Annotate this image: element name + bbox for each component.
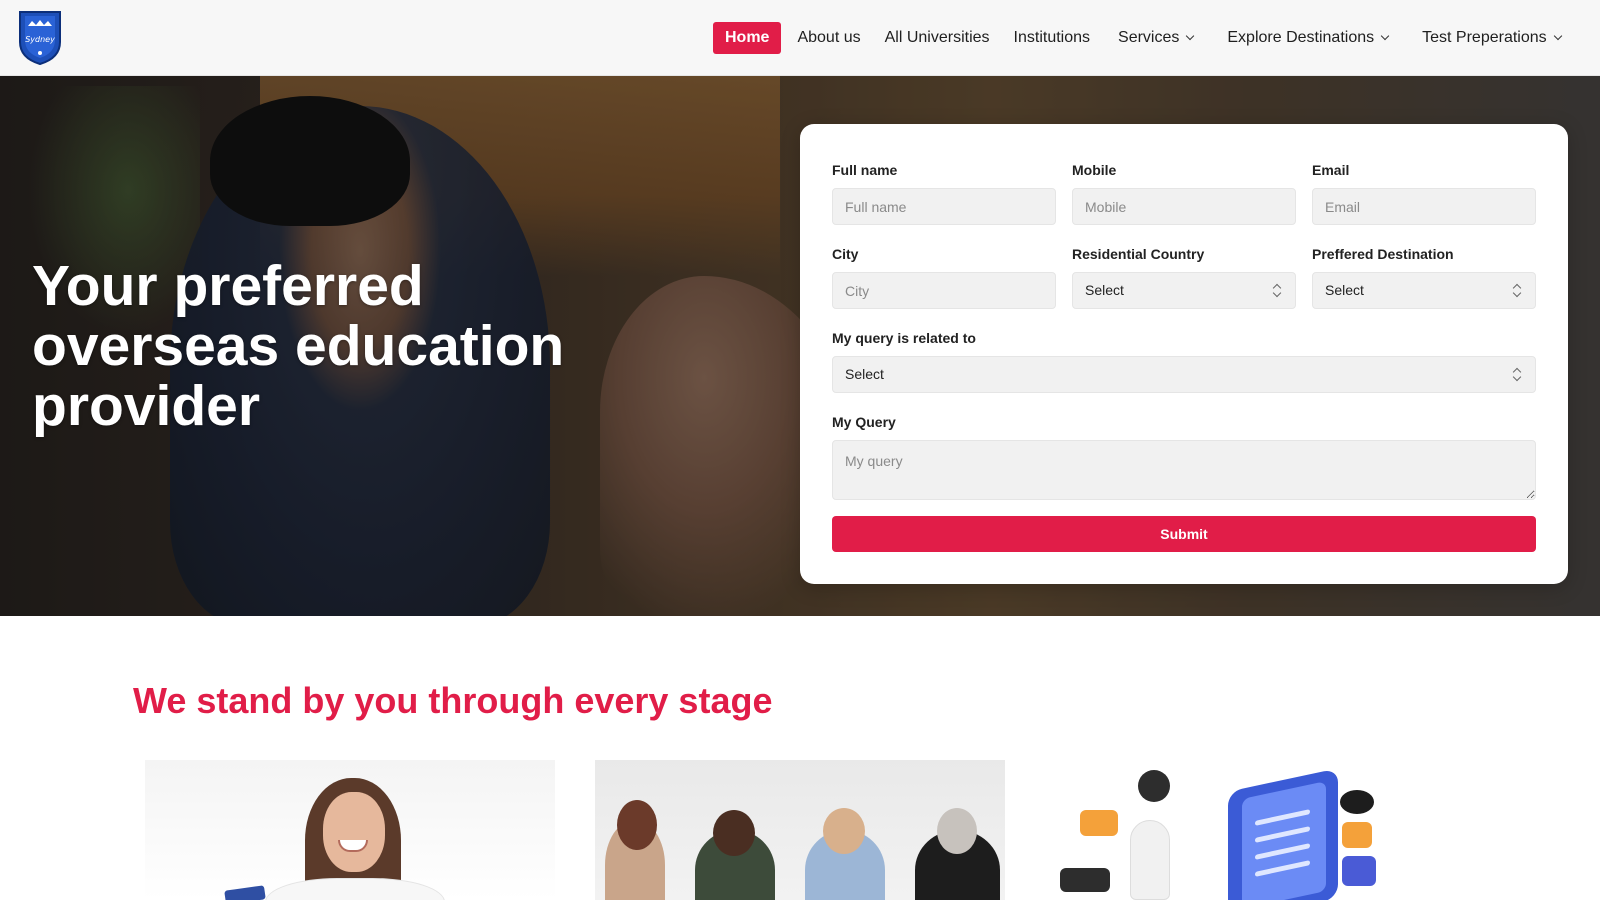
full-name-input[interactable] — [832, 188, 1056, 225]
nav-home-label: Home — [725, 29, 770, 46]
chevron-down-icon — [1380, 31, 1390, 41]
nav-institutions-label: Institutions — [1013, 29, 1091, 46]
chevron-down-icon — [1186, 31, 1195, 41]
nav-services[interactable]: Services — [1106, 22, 1205, 54]
residential-country-label: Residential Country — [1072, 246, 1205, 262]
nav-institutions[interactable]: Institutions — [1002, 22, 1102, 54]
orange-badge-icon — [1342, 822, 1372, 848]
query-related-select[interactable]: Select — [832, 356, 1536, 393]
nav-test-preperations[interactable]: Test Preperations — [1410, 22, 1573, 54]
select-arrows-icon — [1513, 284, 1521, 298]
nav-explore-label: Explore Destinations — [1227, 29, 1375, 46]
chevron-down-icon — [1553, 31, 1562, 41]
digital-services-illustration — [1060, 760, 1420, 900]
my-query-label: My Query — [832, 414, 896, 430]
email-input[interactable] — [1312, 188, 1536, 225]
preferred-destination-label: Preffered Destination — [1312, 246, 1454, 262]
section-title: We stand by you through every stage — [133, 680, 773, 721]
residential-country-select[interactable]: Select — [1072, 272, 1296, 309]
my-query-textarea[interactable] — [832, 440, 1536, 500]
preferred-destination-select[interactable]: Select — [1312, 272, 1536, 309]
residential-country-value: Select — [1085, 282, 1124, 298]
submit-button[interactable]: Submit — [832, 516, 1536, 552]
nav-services-label: Services — [1118, 29, 1180, 46]
eye-badge-icon — [1340, 790, 1374, 814]
nav-about-us[interactable]: About us — [785, 22, 872, 54]
smiling-student-image — [145, 760, 555, 900]
hero-title: Your preferred overseas education provid… — [32, 254, 565, 438]
site-header: Sydney Home About us All Universities In… — [0, 0, 1600, 76]
group-meeting-image — [595, 760, 1005, 900]
person-2-head — [713, 810, 755, 856]
video-badge-icon — [1342, 856, 1376, 886]
mobile-label: Mobile — [1072, 162, 1117, 178]
svg-text:Sydney: Sydney — [25, 35, 55, 44]
city-label: City — [832, 246, 859, 262]
student-shirt — [265, 878, 445, 900]
nav-test-label: Test Preperations — [1422, 29, 1547, 46]
query-related-value: Select — [845, 366, 884, 382]
student-phone — [224, 885, 266, 900]
select-arrows-icon — [1513, 368, 1521, 382]
person-illustration — [1130, 820, 1170, 900]
preferred-destination-value: Select — [1325, 282, 1364, 298]
nav-home[interactable]: Home — [713, 22, 782, 54]
nav-about-label: About us — [797, 29, 861, 46]
email-label: Email — [1312, 162, 1350, 178]
nav-all-universities[interactable]: All Universities — [873, 22, 1002, 54]
select-arrows-icon — [1273, 284, 1281, 298]
nav-explore-destinations[interactable]: Explore Destinations — [1215, 22, 1400, 54]
chat-badge-icon — [1080, 810, 1118, 836]
person-3-head — [823, 808, 865, 854]
sydney-logo[interactable]: Sydney — [16, 8, 64, 66]
person-4-head — [937, 808, 977, 854]
code-block-icon — [1060, 868, 1110, 892]
full-name-label: Full name — [832, 162, 898, 178]
enquiry-form: Full name Mobile Email City Residential … — [800, 124, 1568, 584]
person-1-head — [617, 800, 657, 850]
gear-icon — [1138, 770, 1170, 802]
nav-universities-label: All Universities — [884, 29, 990, 46]
main-nav: Home About us All Universities Instituti… — [713, 22, 1573, 54]
query-related-label: My query is related to — [832, 330, 976, 346]
city-input[interactable] — [832, 272, 1056, 309]
mobile-input[interactable] — [1072, 188, 1296, 225]
student-face — [323, 792, 385, 872]
